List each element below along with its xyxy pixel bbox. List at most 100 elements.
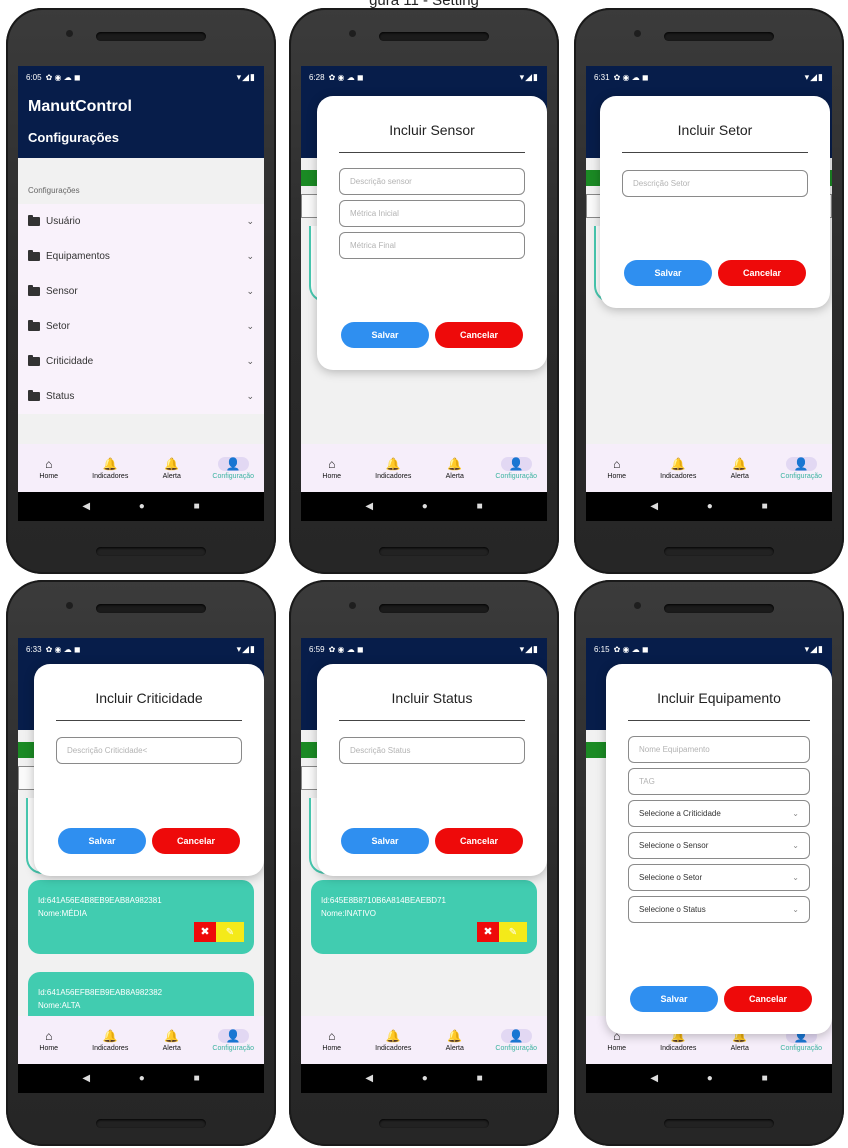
nav-alerta[interactable]: 🔔 Alerta: [141, 1016, 203, 1064]
item-name: Nome:ALTA: [38, 1001, 81, 1010]
nav-home[interactable]: ⌂ Home: [18, 444, 80, 492]
nav-alerta[interactable]: 🔔 Alerta: [424, 444, 486, 492]
nav-home[interactable]: ⌂ Home: [301, 444, 363, 492]
nav-configuracao[interactable]: 👤 Configuração: [486, 444, 548, 492]
status-select[interactable]: Selecione o Status ⌄: [628, 896, 810, 923]
nav-alerta[interactable]: 🔔 Alerta: [709, 444, 771, 492]
chevron-down-icon: ⌄: [246, 391, 254, 401]
signal-battery-icon: ▾◢▮: [236, 71, 256, 82]
list-item: Id:641A56E4B8EB9EAB8A982381 Nome:MÉDIA ✖…: [28, 880, 254, 954]
nav-configuracao[interactable]: 👤 Configuração: [203, 1016, 265, 1064]
recents-icon[interactable]: ■: [477, 501, 483, 512]
recents-icon[interactable]: ■: [762, 501, 768, 512]
nav-alerta[interactable]: 🔔 Alerta: [141, 444, 203, 492]
save-button[interactable]: Salvar: [341, 322, 429, 348]
divider: [339, 720, 525, 721]
save-button[interactable]: Salvar: [58, 828, 146, 854]
modal-title: Incluir Sensor: [389, 122, 475, 138]
back-icon[interactable]: ◀: [82, 1073, 90, 1084]
descricao-sensor-input[interactable]: Descrição sensor: [339, 168, 525, 195]
edit-icon[interactable]: ✎: [216, 922, 244, 942]
nav-indicadores[interactable]: 🔔 Indicadores: [80, 1016, 142, 1064]
clock: 6:33: [26, 644, 42, 654]
folder-icon: [28, 250, 40, 261]
back-icon[interactable]: ◀: [365, 501, 373, 512]
back-icon[interactable]: ◀: [650, 1073, 658, 1084]
home-circle-icon[interactable]: ●: [707, 1073, 713, 1084]
metrica-final-input[interactable]: Métrica Final: [339, 232, 525, 259]
menu-item-criticidade[interactable]: Criticidade ⌄: [18, 344, 264, 379]
nav-indicadores[interactable]: 🔔 Indicadores: [648, 444, 710, 492]
cancel-button[interactable]: Cancelar: [435, 322, 523, 348]
signal-battery-icon: ▾◢▮: [236, 643, 256, 654]
cancel-button[interactable]: Cancelar: [435, 828, 523, 854]
nav-home[interactable]: ⌂ Home: [301, 1016, 363, 1064]
home-circle-icon[interactable]: ●: [139, 1073, 145, 1084]
divider: [628, 720, 810, 721]
home-circle-icon[interactable]: ●: [422, 1073, 428, 1084]
app-title: ManutControl: [28, 98, 132, 115]
delete-icon[interactable]: ✖: [477, 922, 499, 942]
camera-icon: [634, 30, 641, 37]
home-circle-icon[interactable]: ●: [707, 501, 713, 512]
chevron-down-icon: ⌄: [246, 251, 254, 261]
back-icon[interactable]: ◀: [650, 501, 658, 512]
menu-item-setor[interactable]: Setor ⌄: [18, 309, 264, 344]
speaker: [664, 604, 774, 613]
cancel-button[interactable]: Cancelar: [718, 260, 806, 286]
descricao-criticidade-input[interactable]: Descrição Criticidade<: [56, 737, 242, 764]
nav-configuracao[interactable]: 👤 Configuração: [771, 444, 833, 492]
nome-equipamento-input[interactable]: Nome Equipamento: [628, 736, 810, 763]
phone-incluir-setor: 6:31 ✿ ◉ ☁ ◼ ▾◢▮ ⌂ Home 🔔 Indicadores 🔔 Aler…: [574, 8, 844, 574]
edit-icon[interactable]: ✎: [499, 922, 527, 942]
recents-icon[interactable]: ■: [477, 1073, 483, 1084]
sensor-select[interactable]: Selecione o Sensor ⌄: [628, 832, 810, 859]
bell-icon: 🔔: [447, 1028, 463, 1043]
home-icon: ⌂: [45, 456, 53, 471]
status-icons: ✿ ◉ ☁ ◼: [45, 72, 81, 82]
back-icon[interactable]: ◀: [365, 1073, 373, 1084]
recents-icon[interactable]: ■: [194, 1073, 200, 1084]
nav-configuracao[interactable]: 👤 Configuração: [486, 1016, 548, 1064]
status-bar: 6:31 ✿ ◉ ☁ ◼ ▾◢▮: [586, 66, 832, 88]
metrica-inicial-input[interactable]: Métrica Inicial: [339, 200, 525, 227]
menu-item-sensor[interactable]: Sensor ⌄: [18, 274, 264, 309]
item-name: Nome:MÉDIA: [38, 909, 87, 918]
menu-item-equipamentos[interactable]: Equipamentos ⌄: [18, 239, 264, 274]
tag-input[interactable]: TAG: [628, 768, 810, 795]
home-circle-icon[interactable]: ●: [422, 501, 428, 512]
menu-item-usuario[interactable]: Usuário ⌄: [18, 204, 264, 239]
save-button[interactable]: Salvar: [341, 828, 429, 854]
nav-indicadores[interactable]: 🔔 Indicadores: [363, 444, 425, 492]
nav-home[interactable]: ⌂ Home: [586, 444, 648, 492]
bottom-nav: ⌂ Home 🔔 Indicadores 🔔 Alerta 👤 Configuração: [18, 1016, 264, 1064]
recents-icon[interactable]: ■: [194, 501, 200, 512]
status-icons: ✿ ◉ ☁ ◼: [45, 644, 81, 654]
cancel-button[interactable]: Cancelar: [152, 828, 240, 854]
descricao-setor-input[interactable]: Descrição Setor: [622, 170, 808, 197]
nav-alerta[interactable]: 🔔 Alerta: [424, 1016, 486, 1064]
screen: 6:05 ✿ ◉ ☁ ◼ ▾◢▮ ManutControl Configuraçõ…: [18, 66, 264, 521]
cancel-button[interactable]: Cancelar: [724, 986, 812, 1012]
modal-incluir-criticidade: Incluir Criticidade Descrição Criticidad…: [34, 664, 264, 876]
nav-home[interactable]: ⌂ Home: [18, 1016, 80, 1064]
menu-item-status[interactable]: Status ⌄: [18, 379, 264, 414]
save-button[interactable]: Salvar: [630, 986, 718, 1012]
bottom-nav: ⌂ Home 🔔 Indicadores 🔔 Alerta 👤 Configuração: [301, 444, 547, 492]
delete-icon[interactable]: ✖: [194, 922, 216, 942]
nav-configuracao[interactable]: 👤 Configuração: [203, 444, 265, 492]
back-icon[interactable]: ◀: [82, 501, 90, 512]
descricao-status-input[interactable]: Descrição Status: [339, 737, 525, 764]
recents-icon[interactable]: ■: [762, 1073, 768, 1084]
save-button[interactable]: Salvar: [624, 260, 712, 286]
criticidade-select[interactable]: Selecione a Criticidade ⌄: [628, 800, 810, 827]
home-circle-icon[interactable]: ●: [139, 501, 145, 512]
bell-icon: 🔔: [385, 1028, 401, 1043]
status-icons: ✿ ◉ ☁ ◼: [328, 72, 364, 82]
bell-icon: 🔔: [447, 456, 463, 471]
item-actions: ✖ ✎: [477, 922, 527, 942]
nav-indicadores[interactable]: 🔔 Indicadores: [80, 444, 142, 492]
setor-select[interactable]: Selecione o Setor ⌄: [628, 864, 810, 891]
speaker: [96, 604, 206, 613]
nav-indicadores[interactable]: 🔔 Indicadores: [363, 1016, 425, 1064]
